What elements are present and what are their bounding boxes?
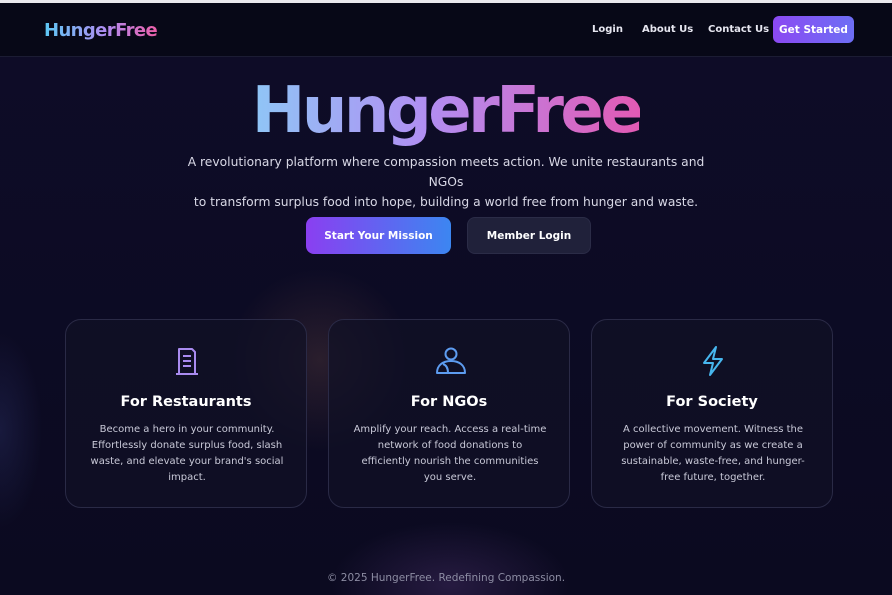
receipt-icon bbox=[176, 348, 198, 375]
nav-login-link[interactable]: Login bbox=[592, 24, 623, 35]
footer-copyright: © 2025 HungerFree. Redefining Compassion… bbox=[326, 572, 566, 584]
get-started-button[interactable]: Get Started bbox=[773, 16, 854, 43]
hero-subtitle-line: A revolutionary platform where compassio… bbox=[187, 155, 705, 189]
hero-subtitle-line: to transform surplus food into hope, bui… bbox=[193, 195, 699, 209]
member-login-button[interactable]: Member Login bbox=[467, 217, 591, 254]
card-title: For Restaurants bbox=[120, 394, 252, 410]
card-ngos: For NGOs Amplify your reach. Access a re… bbox=[328, 319, 570, 508]
card-title: For NGOs bbox=[410, 394, 488, 410]
start-mission-button[interactable]: Start Your Mission bbox=[306, 217, 451, 254]
card-restaurants: For Restaurants Become a hero in your co… bbox=[65, 319, 307, 508]
main-content: HungerFree A revolutionary platform wher… bbox=[0, 0, 892, 595]
hero-title: HungerFree bbox=[251, 74, 644, 148]
hero-subtitle: A revolutionary platform where compassio… bbox=[186, 152, 706, 212]
browser-top-edge bbox=[0, 0, 892, 3]
site-header: HungerFree Login About Us Contact Us Get… bbox=[0, 3, 892, 57]
logo[interactable]: HungerFree bbox=[44, 20, 158, 41]
card-text: A collective movement. Witness the power… bbox=[621, 424, 805, 483]
nav-about-link[interactable]: About Us bbox=[642, 24, 693, 35]
card-title: For Society bbox=[666, 394, 758, 410]
lightning-icon bbox=[703, 346, 723, 376]
card-text: Become a hero in your community. Effortl… bbox=[90, 424, 284, 483]
card-society: For Society A collective movement. Witne… bbox=[591, 319, 833, 508]
nav-contact-link[interactable]: Contact Us bbox=[708, 24, 769, 35]
card-text: Amplify your reach. Access a real-time n… bbox=[353, 424, 547, 483]
user-icon bbox=[436, 347, 466, 374]
